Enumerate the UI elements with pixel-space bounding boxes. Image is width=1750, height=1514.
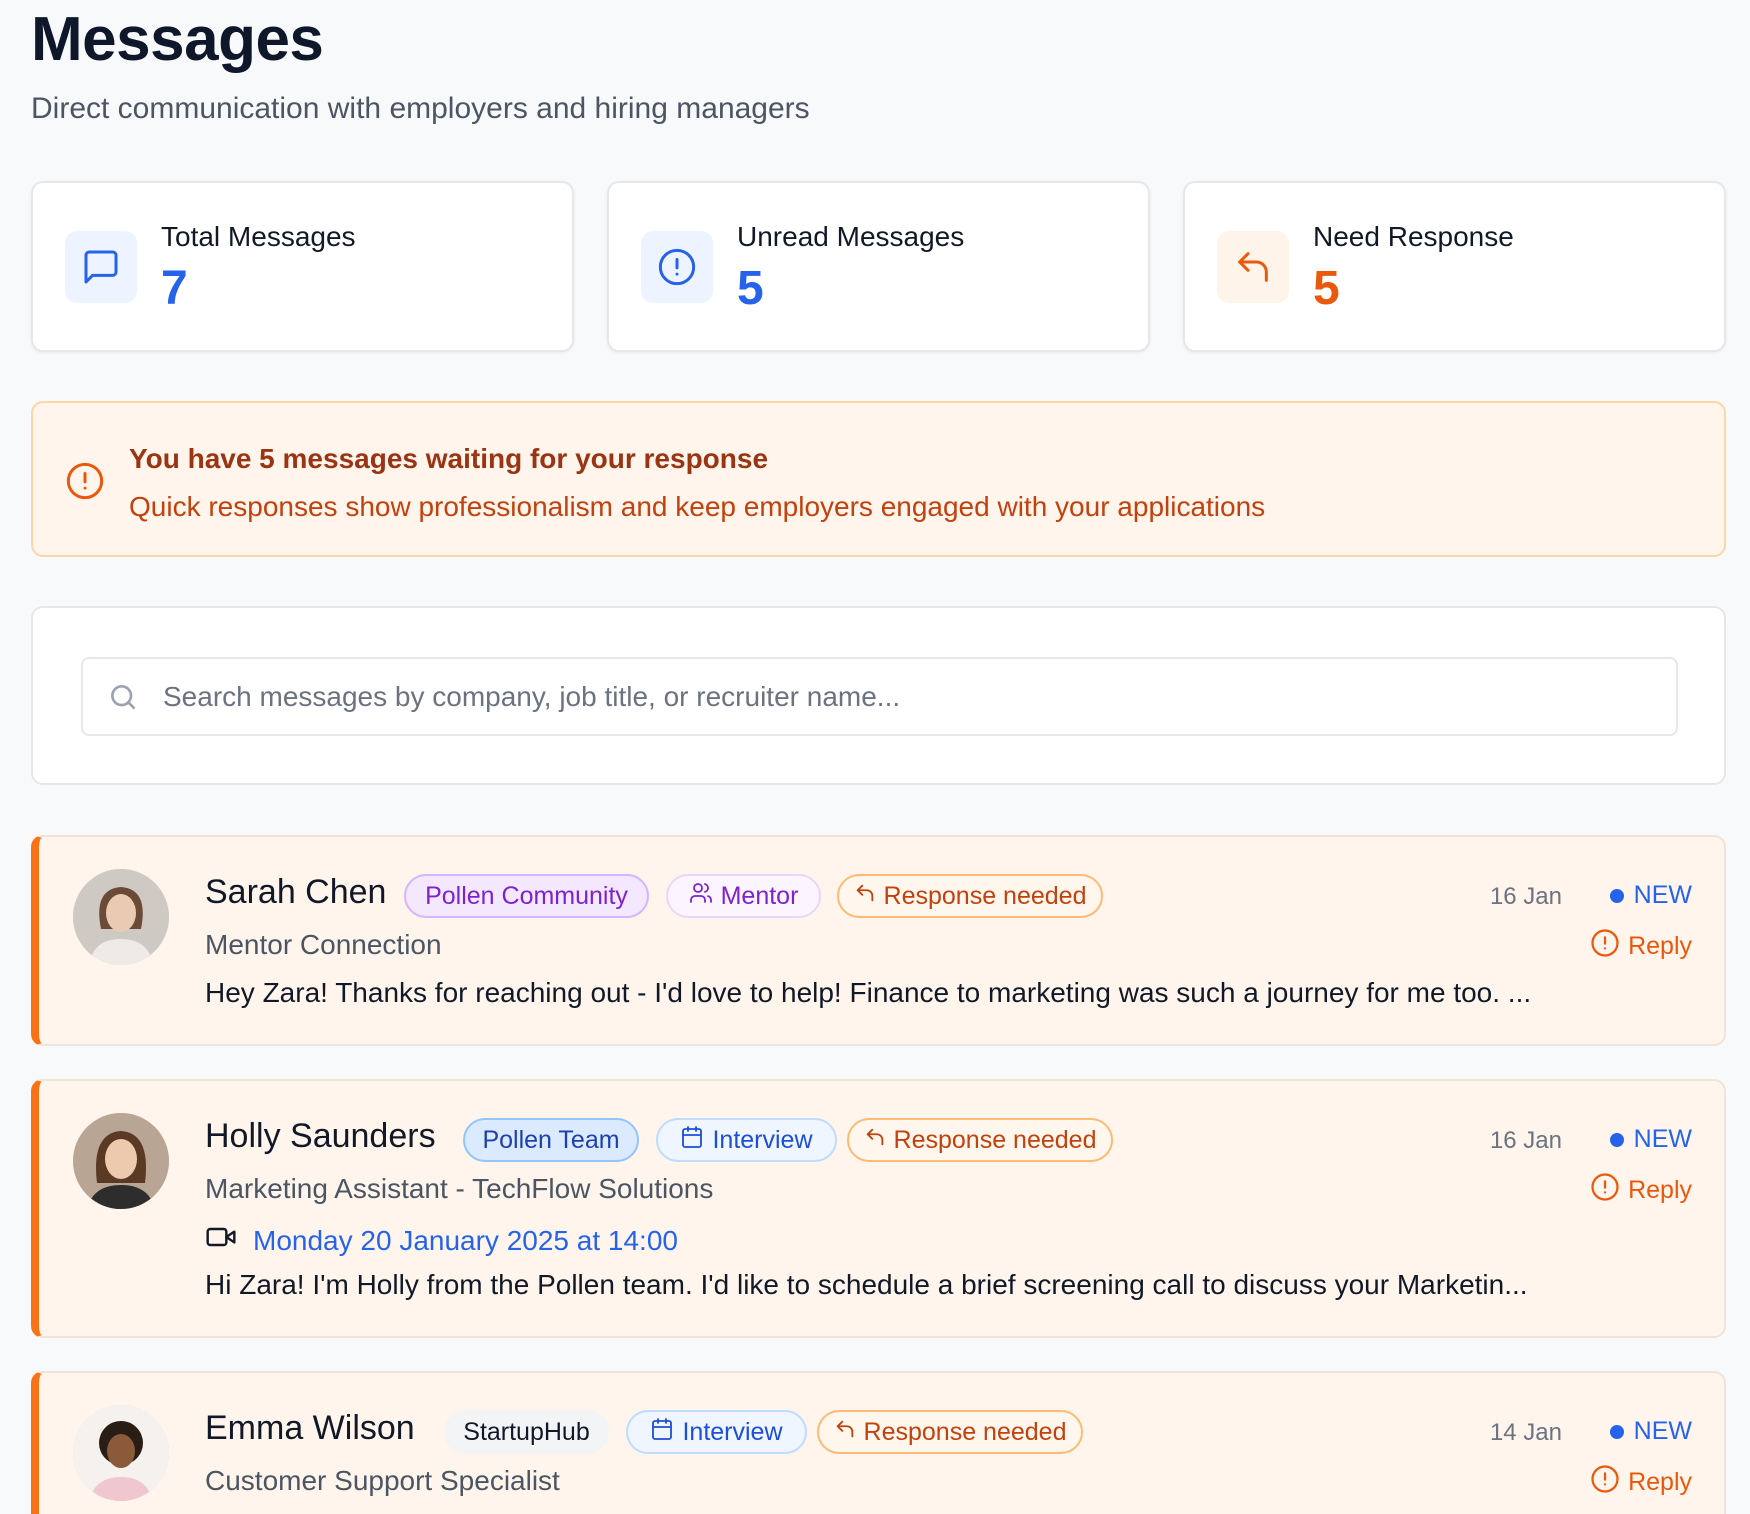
alert-circle-icon <box>1590 1464 1620 1501</box>
calendar-icon <box>680 1125 704 1156</box>
message-preview: Hi Zara! I'm Holly from the Pollen team.… <box>205 1269 1528 1300</box>
type-badge-label: Interview <box>712 1125 813 1154</box>
alert-circle-icon <box>1590 1172 1620 1209</box>
type-badge: Interview <box>626 1410 807 1454</box>
response-needed-label: Response needed <box>883 881 1087 910</box>
stat-label: Unread Messages <box>737 221 965 252</box>
alert-circle-icon <box>1590 928 1620 965</box>
stat-card-unread: Unread Messages 5 <box>607 181 1150 352</box>
reply-icon <box>854 882 876 911</box>
type-badge-label: Interview <box>682 1417 783 1446</box>
type-badge-label: Mentor <box>720 881 799 910</box>
response-needed-label: Response needed <box>893 1125 1097 1154</box>
message-date: 16 Jan <box>1489 883 1562 910</box>
reply-icon <box>864 1126 886 1155</box>
new-badge: NEW <box>1609 1417 1692 1446</box>
page-title: Messages <box>31 5 324 74</box>
stat-card-total: Total Messages 7 <box>31 181 574 352</box>
message-subject: Marketing Assistant - TechFlow Solutions <box>205 1173 714 1204</box>
search-box[interactable] <box>81 657 1678 736</box>
avatar <box>73 1405 169 1501</box>
sender-name: Sarah Chen <box>205 873 387 911</box>
new-dot-icon <box>1609 1424 1624 1439</box>
search-input[interactable] <box>163 673 1643 721</box>
avatar <box>73 1113 169 1209</box>
response-needed-badge: Response needed <box>847 1118 1113 1162</box>
message-date: 16 Jan <box>1489 1127 1562 1154</box>
alert-text: Quick responses show professionalism and… <box>129 491 1266 522</box>
message-subject: Mentor Connection <box>205 929 442 960</box>
response-needed-badge: Response needed <box>817 1410 1083 1454</box>
video-icon <box>205 1221 237 1260</box>
users-icon <box>689 881 713 912</box>
message-preview: Hey Zara! Thanks for reaching out - I'd … <box>205 977 1532 1008</box>
message-card[interactable]: Holly Saunders Pollen Team Interview Res… <box>31 1079 1726 1338</box>
message-subject: Customer Support Specialist <box>205 1465 560 1496</box>
reply-icon <box>1217 231 1289 303</box>
type-badge: Interview <box>656 1118 837 1162</box>
message-date: 14 Jan <box>1489 1419 1562 1446</box>
interview-time-label: Monday 20 January 2025 at 14:00 <box>253 1224 678 1256</box>
alert-circle-icon <box>65 461 105 506</box>
response-alert: You have 5 messages waiting for your res… <box>31 401 1726 557</box>
message-card[interactable]: Emma Wilson StartupHub Interview Respons… <box>31 1371 1726 1514</box>
page-subtitle: Direct communication with employers and … <box>31 92 810 125</box>
response-needed-label: Response needed <box>863 1417 1067 1446</box>
reply-label: Reply <box>1628 1176 1692 1204</box>
avatar <box>73 869 169 965</box>
new-dot-icon <box>1609 1132 1624 1147</box>
stats-row: Total Messages 7 Unread Messages 5 Need … <box>31 181 1726 352</box>
reply-button[interactable]: Reply <box>1590 1464 1692 1501</box>
source-badge: Pollen Community <box>404 874 649 918</box>
reply-button[interactable]: Reply <box>1590 1172 1692 1209</box>
response-needed-badge: Response needed <box>837 874 1103 918</box>
type-badge: Mentor <box>666 874 821 918</box>
new-badge-label: NEW <box>1633 881 1692 909</box>
calendar-icon <box>650 1417 674 1448</box>
stat-value: 7 <box>161 262 188 315</box>
sender-name: Holly Saunders <box>205 1117 436 1155</box>
sender-name: Emma Wilson <box>205 1409 415 1447</box>
alert-circle-icon <box>641 231 713 303</box>
stat-value: 5 <box>1313 262 1340 315</box>
stat-label: Total Messages <box>161 221 356 252</box>
reply-icon <box>834 1418 856 1447</box>
stat-card-need-response: Need Response 5 <box>1183 181 1726 352</box>
message-card[interactable]: Sarah Chen Pollen Community Mentor Respo… <box>31 835 1726 1046</box>
message-square-icon <box>65 231 137 303</box>
reply-label: Reply <box>1628 932 1692 960</box>
source-badge: StartupHub <box>444 1410 609 1454</box>
alert-title: You have 5 messages waiting for your res… <box>129 443 769 474</box>
search-icon <box>107 681 139 718</box>
new-badge-label: NEW <box>1633 1125 1692 1153</box>
reply-button[interactable]: Reply <box>1590 928 1692 965</box>
stat-label: Need Response <box>1313 221 1514 252</box>
new-badge: NEW <box>1609 1125 1692 1154</box>
source-badge: Pollen Team <box>463 1118 639 1162</box>
reply-label: Reply <box>1628 1468 1692 1496</box>
stat-value: 5 <box>737 262 764 315</box>
new-dot-icon <box>1609 888 1624 903</box>
interview-time: Monday 20 January 2025 at 14:00 <box>205 1221 678 1260</box>
new-badge-label: NEW <box>1633 1417 1692 1445</box>
new-badge: NEW <box>1609 881 1692 910</box>
search-card <box>31 606 1726 785</box>
